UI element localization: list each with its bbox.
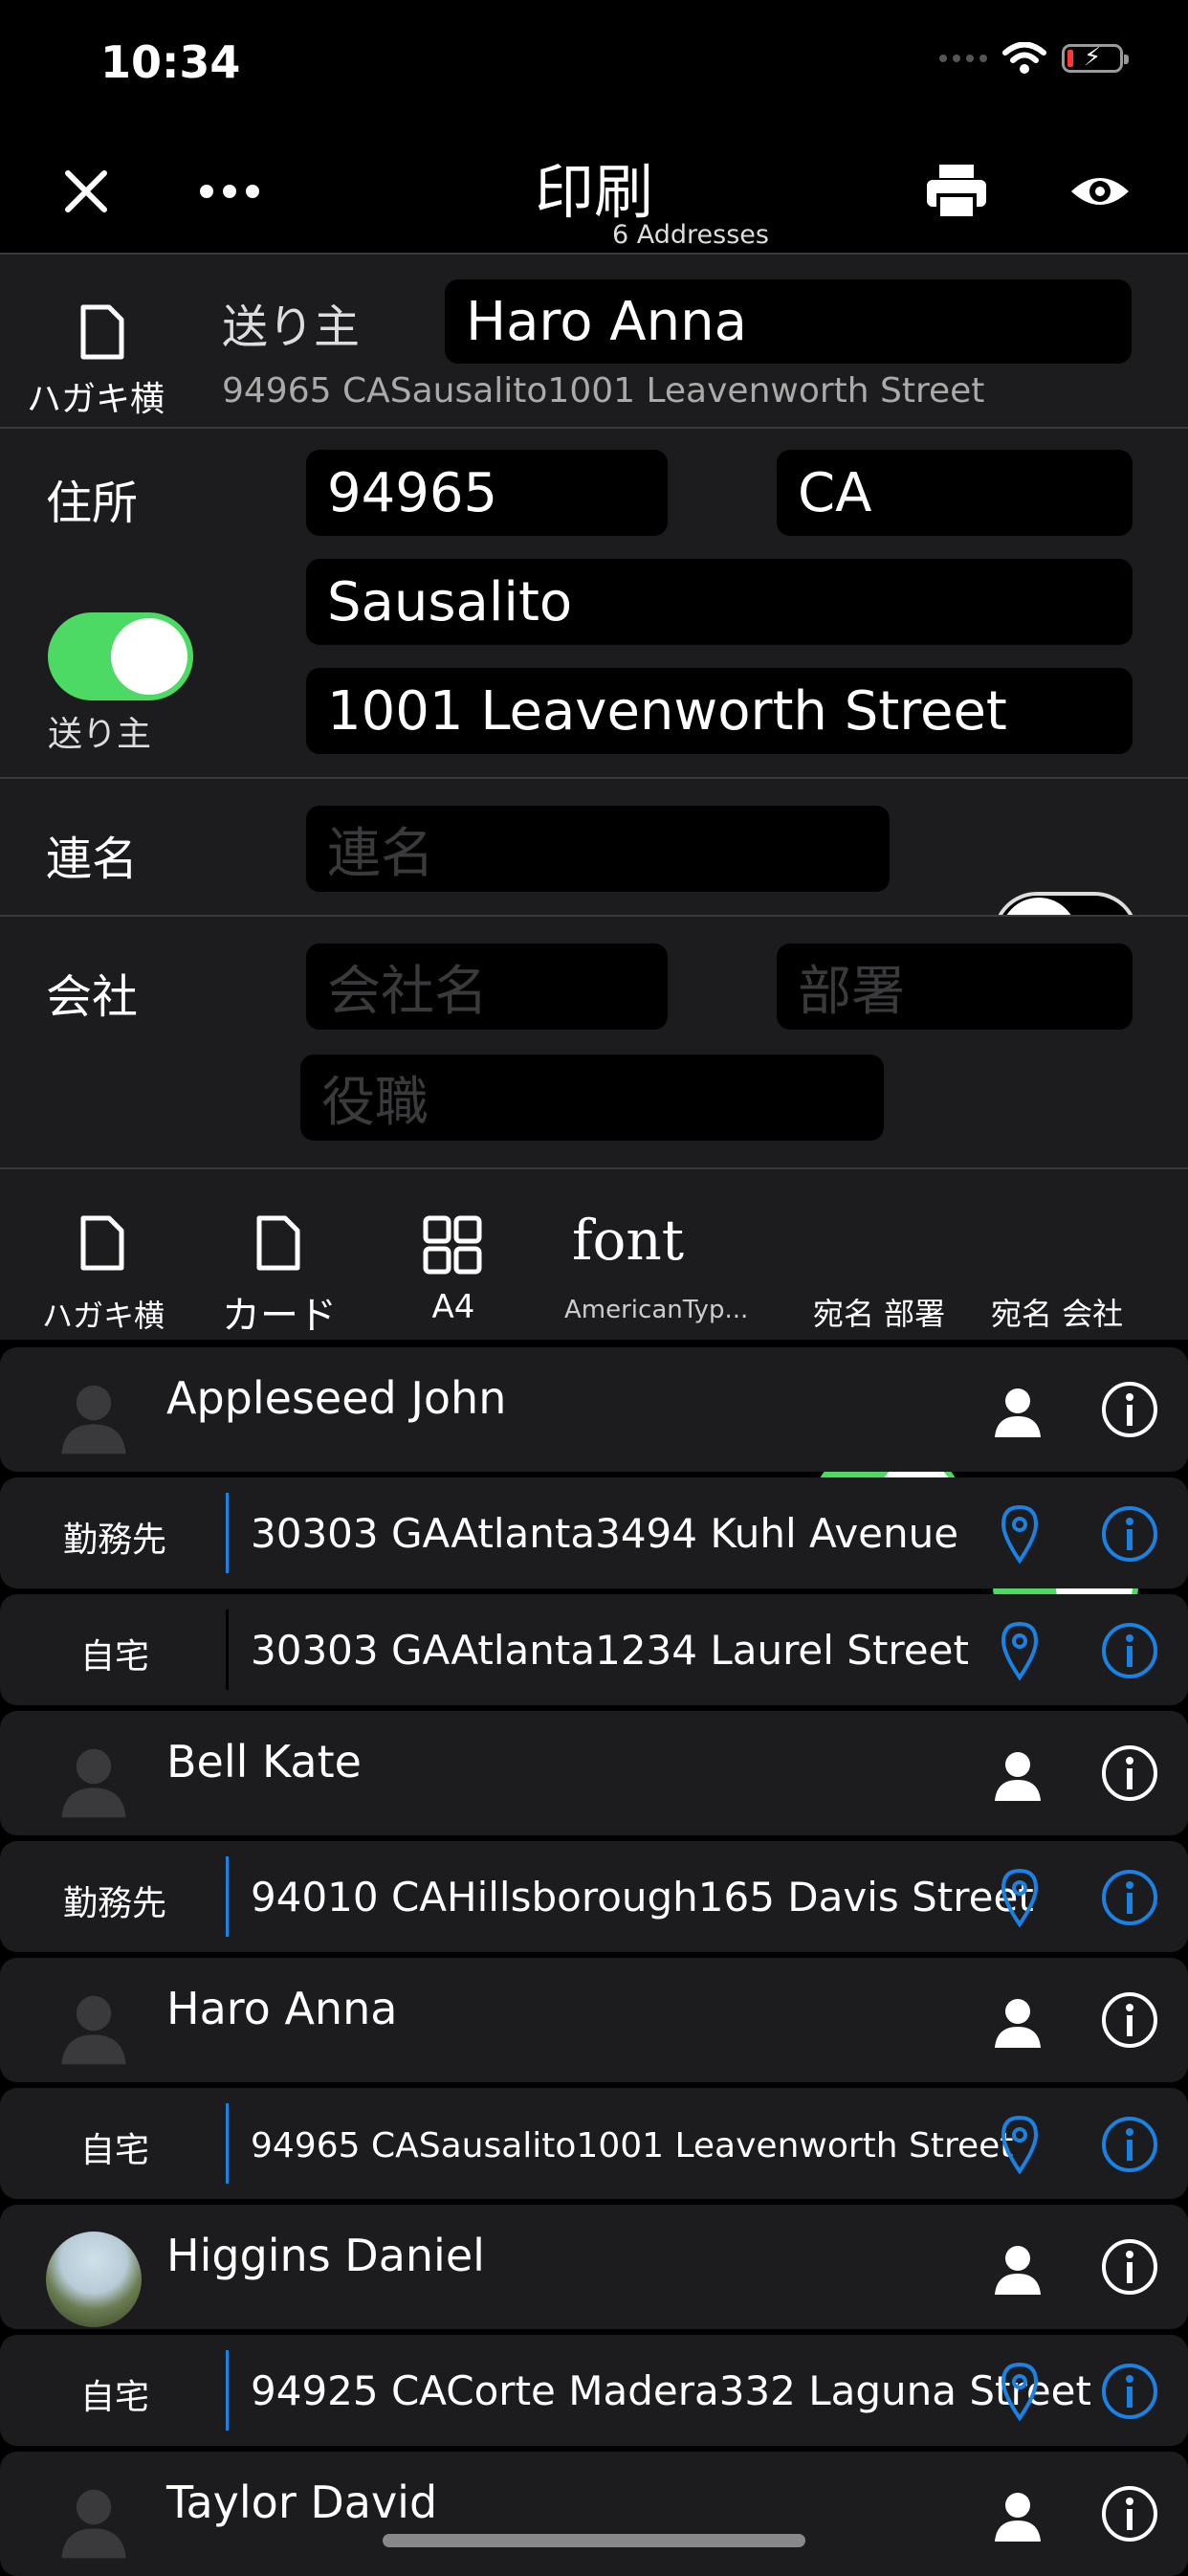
- state-field[interactable]: CA: [777, 450, 1133, 536]
- preview-button[interactable]: [1062, 153, 1138, 230]
- job-title-field[interactable]: 役職: [300, 1055, 884, 1141]
- home-indicator: [383, 2534, 805, 2547]
- address-row[interactable]: 自宅 30303 GAAtlanta1234 Laurel Street: [0, 1594, 1188, 1705]
- battery-icon: ⚡: [1062, 43, 1129, 73]
- address-type-label: 自宅: [79, 2378, 149, 2417]
- contact-name: Appleseed John: [166, 1372, 507, 1424]
- address-info-button[interactable]: [1100, 2362, 1159, 2421]
- contact-name: Bell Kate: [166, 1736, 362, 1788]
- address-type-label: 自宅: [79, 2131, 149, 2170]
- address-text: 94010 CAHillsborough165 Davis Street: [251, 1874, 1034, 1921]
- font-button[interactable]: font AmericanTyp...: [555, 1208, 756, 1332]
- contact-info-button[interactable]: [1100, 2484, 1159, 2543]
- avatar-placeholder-icon: [61, 1995, 126, 2065]
- address-label: 住所: [46, 477, 139, 530]
- map-pin-icon[interactable]: [1001, 2362, 1039, 2421]
- a4-format-label: A4: [431, 1288, 475, 1326]
- address-divider: [226, 1610, 229, 1690]
- contact-person-icon: [995, 1999, 1041, 2048]
- joint-name-label: 連名: [46, 833, 139, 886]
- cellular-signal-icon: [939, 55, 987, 62]
- address-text: 94925 CACorte Madera332 Laguna Street: [251, 2367, 1091, 2414]
- status-time: 10:34: [100, 36, 241, 88]
- address-info-button[interactable]: [1100, 2115, 1159, 2174]
- contact-row[interactable]: Haro Anna: [0, 1958, 1188, 2082]
- contact-person-icon: [995, 2246, 1041, 2295]
- card-format-button[interactable]: カード: [203, 1215, 356, 1338]
- a4-format-button[interactable]: A4: [377, 1215, 530, 1330]
- card-format-label: カード: [222, 1294, 337, 1338]
- font-name: AmericanTyp...: [564, 1296, 749, 1324]
- address-text: 30303 GAAtlanta3494 Kuhl Avenue: [251, 1510, 959, 1557]
- street-field[interactable]: 1001 Leavenworth Street: [306, 668, 1133, 754]
- contact-row[interactable]: Taylor David: [0, 2452, 1188, 2576]
- address-info-button[interactable]: [1100, 1621, 1159, 1680]
- joint-name-field[interactable]: 連名: [306, 806, 890, 892]
- zip-field[interactable]: 94965: [306, 450, 668, 536]
- wifi-icon: [1002, 42, 1046, 74]
- address-type-label: 勤務先: [62, 1884, 166, 1923]
- address-divider: [226, 1493, 229, 1573]
- status-icons: ⚡: [939, 42, 1129, 75]
- address-row[interactable]: 自宅 94925 CACorte Madera332 Laguna Street: [0, 2335, 1188, 2446]
- sender-toggle[interactable]: [48, 612, 193, 700]
- eye-icon: [1071, 178, 1129, 205]
- contact-info-button[interactable]: [1100, 1743, 1159, 1803]
- contact-info-button[interactable]: [1100, 1990, 1159, 2050]
- grid-icon: [423, 1215, 482, 1275]
- map-pin-icon[interactable]: [1001, 1868, 1039, 1927]
- address-info-button[interactable]: [1100, 1868, 1159, 1927]
- city-field[interactable]: Sausalito: [306, 559, 1133, 645]
- address-row[interactable]: 勤務先 94010 CAHillsborough165 Davis Street: [0, 1841, 1188, 1952]
- address-count: 6 Addresses: [612, 220, 769, 250]
- contact-name: Higgins Daniel: [166, 2230, 485, 2281]
- avatar-placeholder-icon: [61, 1385, 126, 1455]
- contact-info-button[interactable]: [1100, 2237, 1159, 2297]
- address-info-button[interactable]: [1100, 1504, 1159, 1564]
- sender-format-label: ハガキ横: [27, 380, 165, 419]
- contact-person-icon: [995, 2493, 1041, 2542]
- map-pin-icon[interactable]: [1001, 1621, 1039, 1680]
- sender-address-summary: 94965 CASausalito1001 Leavenworth Street: [222, 371, 985, 411]
- document-icon: [256, 1215, 300, 1271]
- address-row[interactable]: 自宅 94965 CASausalito1001 Leavenworth Stre…: [0, 2088, 1188, 2199]
- print-button[interactable]: [918, 153, 995, 230]
- address-row[interactable]: 勤務先 30303 GAAtlanta3494 Kuhl Avenue: [0, 1477, 1188, 1588]
- recipient-company-label: 宛名 会社: [991, 1296, 1124, 1332]
- sender-name-field[interactable]: Haro Anna: [445, 279, 1132, 364]
- map-pin-icon[interactable]: [1001, 1504, 1039, 1564]
- avatar-placeholder-icon: [61, 1748, 126, 1818]
- sender-label: 送り主: [222, 300, 361, 354]
- address-divider: [226, 2103, 229, 2184]
- department-field[interactable]: 部署: [777, 944, 1133, 1030]
- font-label: font: [572, 1208, 685, 1273]
- contact-name: Taylor David: [166, 2476, 438, 2528]
- address-divider: [226, 1856, 229, 1937]
- contact-row[interactable]: Appleseed John: [0, 1347, 1188, 1472]
- avatar-placeholder-icon: [61, 2489, 126, 2559]
- page-title: 印刷: [534, 157, 653, 227]
- avatar: [46, 2232, 142, 2327]
- contact-row[interactable]: Higgins Daniel: [0, 2205, 1188, 2329]
- contact-name: Haro Anna: [166, 1983, 398, 2034]
- sender-toggle-label: 送り主: [48, 715, 152, 754]
- address-divider: [226, 2350, 229, 2431]
- contact-person-icon: [995, 1388, 1041, 1437]
- company-name-field[interactable]: 会社名: [306, 944, 668, 1030]
- postcard-icon: [80, 304, 124, 360]
- contact-person-icon: [995, 1752, 1041, 1801]
- contact-info-button[interactable]: [1100, 1380, 1159, 1439]
- company-label: 会社: [46, 970, 139, 1024]
- address-text: 94965 CASausalito1001 Leavenworth Street: [251, 2126, 1014, 2165]
- address-type-label: 勤務先: [62, 1521, 166, 1560]
- address-type-label: 自宅: [79, 1637, 149, 1677]
- recipient-dept-label: 宛名 部署: [813, 1296, 946, 1332]
- document-icon: [80, 1215, 124, 1271]
- map-pin-icon[interactable]: [1001, 2115, 1039, 2174]
- address-text: 30303 GAAtlanta1234 Laurel Street: [251, 1627, 969, 1674]
- postcard-format-label: ハガキ横: [41, 1298, 165, 1334]
- contact-row[interactable]: Bell Kate: [0, 1711, 1188, 1835]
- printer-icon: [927, 165, 986, 220]
- postcard-format-button[interactable]: ハガキ横: [27, 1215, 180, 1334]
